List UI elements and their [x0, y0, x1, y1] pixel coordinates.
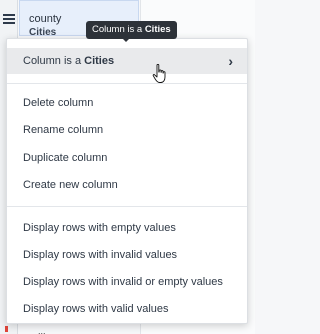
row-fragment: ...	[38, 326, 46, 334]
menu-item-rename-column[interactable]: Rename column	[7, 117, 247, 144]
error-marker	[5, 326, 8, 332]
menu-item-display-invalid-or-empty[interactable]: Display rows with invalid or empty value…	[7, 269, 247, 296]
menu-item-display-invalid[interactable]: Display rows with invalid values	[7, 242, 247, 269]
column-type-tooltip: Column is a Cities	[86, 21, 177, 39]
menu-item-display-empty[interactable]: Display rows with empty values	[7, 215, 247, 242]
tooltip-arrow	[122, 38, 130, 42]
tooltip-prefix: Column is a	[92, 24, 143, 35]
tooltip-type: Cities	[144, 24, 171, 35]
chevron-right-icon: ›	[228, 53, 233, 69]
column-name: county	[29, 13, 62, 25]
hand-pointer-icon	[152, 64, 166, 83]
menu-item-column-is-type: Cities	[84, 55, 115, 67]
menu-divider	[7, 206, 247, 207]
menu-divider	[7, 83, 247, 84]
hamburger-icon[interactable]	[2, 12, 16, 26]
menu-item-delete-column[interactable]: Delete column	[7, 90, 247, 117]
menu-item-create-new-column[interactable]: Create new column	[7, 172, 247, 199]
menu-item-column-is-prefix: Column is a	[23, 55, 82, 67]
menu-item-column-is[interactable]: Column is a Cities ›	[7, 48, 247, 74]
menu-item-duplicate-column[interactable]: Duplicate column	[7, 145, 247, 172]
column-menu: Column is a Cities › Delete column Renam…	[6, 38, 248, 324]
menu-item-display-valid[interactable]: Display rows with valid values	[7, 296, 247, 323]
column-type: Cities	[29, 27, 57, 38]
